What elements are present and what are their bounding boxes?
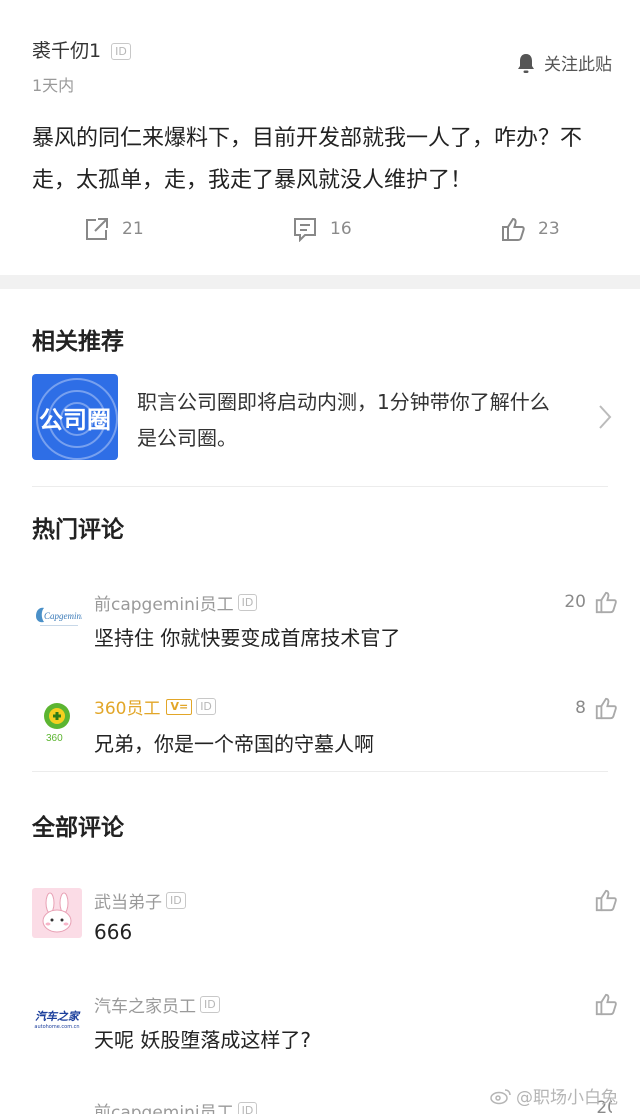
weibo-icon xyxy=(490,1088,511,1104)
comment-text: 兄弟，你是一个帝国的守墓人啊 xyxy=(94,732,374,756)
comment-author-name[interactable]: 前capgemini员工 xyxy=(94,1098,234,1114)
comment-author-name[interactable]: 前capgemini员工 xyxy=(94,590,234,615)
follow-label: 关注此贴 xyxy=(544,55,612,75)
comment-author-name[interactable]: 武当弟子 xyxy=(94,888,162,913)
post-author[interactable]: 裘千仞1 ID xyxy=(32,36,131,63)
thumbs-up-icon xyxy=(502,217,525,241)
comment-count: 16 xyxy=(330,219,352,239)
id-badge: ID xyxy=(111,43,131,60)
comment-text: 666 xyxy=(94,920,133,944)
recommend-title: 相关推荐 xyxy=(32,329,124,355)
watermark: @职场小白兔 xyxy=(490,1083,618,1108)
watermark-text: @职场小白兔 xyxy=(516,1088,618,1108)
avatar[interactable]: 汽车之家 autohome.com.cn xyxy=(32,996,82,1046)
logo-text: 公司圈 xyxy=(39,405,111,434)
comment-item: 武当弟子 ID 666 xyxy=(32,884,617,954)
comment-author[interactable]: 360员工 V= ID xyxy=(94,694,216,719)
divider xyxy=(32,486,608,487)
section-gap xyxy=(0,275,640,289)
360-logo-text: 360 xyxy=(46,733,63,743)
comment-author[interactable]: 前capgemini员工 ID xyxy=(94,1098,258,1114)
hot-comments-title: 热门评论 xyxy=(32,517,124,543)
company-circle-logo: 公司圈 xyxy=(32,374,118,460)
comment-like-button[interactable] xyxy=(586,888,618,912)
thumbs-up-icon xyxy=(595,591,617,614)
like-count: 23 xyxy=(538,219,560,239)
post-actions: 21 16 23 xyxy=(0,216,640,250)
share-count: 21 xyxy=(122,219,144,239)
comment-item: Capgemini 前capgemini员工 ID 坚持住 你就快要变成首席技术… xyxy=(32,586,617,656)
comment-like-button[interactable]: 8 xyxy=(575,696,618,720)
recommend-item[interactable]: 公司圈 职言公司圈即将启动内测，1分钟带你了解什么是公司圈。 xyxy=(32,374,612,464)
comment-item: 汽车之家 autohome.com.cn 汽车之家员工 ID 天呢 妖股堕落成这… xyxy=(32,988,617,1058)
thumbs-up-icon xyxy=(595,697,617,720)
capgemini-logo-text: Capgemini xyxy=(44,611,82,621)
like-button[interactable]: 23 xyxy=(500,216,560,242)
avatar[interactable] xyxy=(32,888,82,938)
id-badge: ID xyxy=(200,996,220,1013)
thumbs-up-icon xyxy=(595,889,617,912)
comment-like-button[interactable] xyxy=(586,992,618,1016)
thumbs-up-icon xyxy=(595,993,617,1016)
capgemini-logo-icon: Capgemini xyxy=(36,607,82,626)
bell-icon xyxy=(518,53,534,73)
share-button[interactable]: 21 xyxy=(84,216,144,242)
chevron-right-icon xyxy=(599,405,612,429)
comment-like-count: 20 xyxy=(564,592,586,612)
id-badge: ID xyxy=(237,594,258,611)
post-card: 裘千仞1 ID 1天内 关注此贴 暴风的同仁来爆料下，目前开发部就我一人了，咋办… xyxy=(0,0,640,275)
avatar[interactable]: 360 xyxy=(32,696,82,746)
avatar[interactable]: Capgemini xyxy=(32,592,82,642)
post-content: 暴风的同仁来爆料下，目前开发部就我一人了，咋办？不走，太孤单，走，我走了暴风就没… xyxy=(32,126,583,193)
autohome-logo-sub: autohome.com.cn xyxy=(34,1024,80,1030)
recommend-text: 职言公司圈即将启动内测，1分钟带你了解什么是公司圈。 xyxy=(137,390,550,450)
follow-button[interactable]: 关注此贴 xyxy=(516,50,612,75)
comment-like-count: 8 xyxy=(575,698,586,718)
divider xyxy=(32,771,608,772)
post-author-name[interactable]: 裘千仞1 xyxy=(32,40,101,62)
id-badge: ID xyxy=(237,1102,258,1114)
all-comments-title: 全部评论 xyxy=(32,815,124,841)
comment-button[interactable]: 16 xyxy=(292,216,352,242)
comment-item: 360 360员工 V= ID 兄弟，你是一个帝国的守墓人啊 8 xyxy=(32,690,617,760)
id-badge: ID xyxy=(196,698,216,715)
post-time: 1天内 xyxy=(32,76,75,95)
share-icon xyxy=(86,218,108,240)
autohome-logo-text: 汽车之家 xyxy=(35,1010,79,1023)
comment-text: 天呢 妖股堕落成这样了? xyxy=(94,1028,311,1052)
360-logo-icon: 360 xyxy=(44,703,70,743)
verified-badge-text: V xyxy=(170,699,179,713)
id-badge: ID xyxy=(166,892,186,909)
comment-author-name[interactable]: 汽车之家员工 xyxy=(94,992,196,1017)
verified-badge: V= xyxy=(166,698,193,715)
rabbit-avatar-icon xyxy=(42,892,72,933)
comment-author[interactable]: 武当弟子 ID xyxy=(94,888,186,913)
comment-author[interactable]: 汽车之家员工 ID xyxy=(94,992,220,1017)
comment-author[interactable]: 前capgemini员工 ID xyxy=(94,590,258,615)
comment-like-button[interactable]: 20 xyxy=(564,590,618,614)
comment-text: 坚持住 你就快要变成首席技术官了 xyxy=(94,626,401,650)
comment-author-name[interactable]: 360员工 xyxy=(94,694,160,719)
comment-icon xyxy=(294,218,316,242)
